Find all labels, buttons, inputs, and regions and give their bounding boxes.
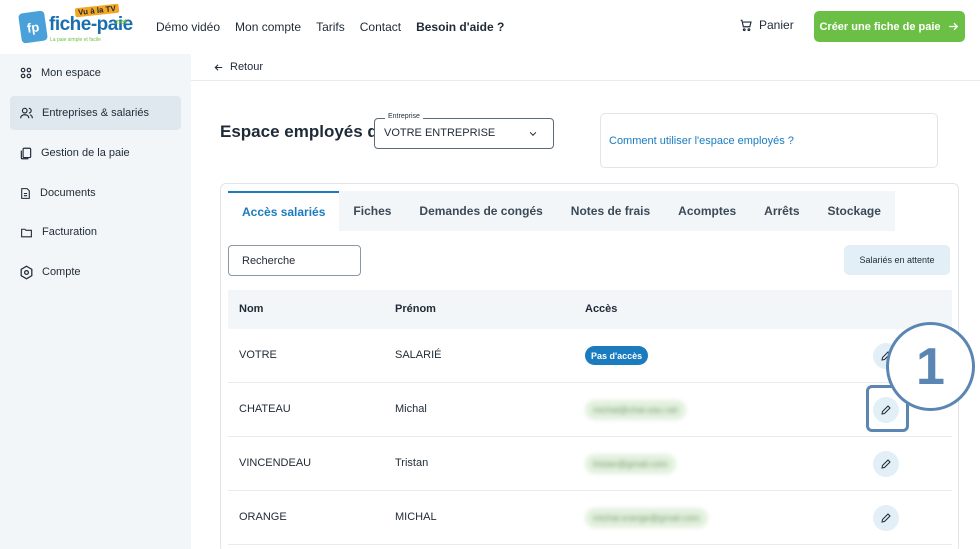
email-pill: michal@chat.eau.net: [585, 400, 686, 420]
fp-logo-mark: fp: [18, 10, 48, 44]
help-box: Comment utiliser l'espace employés ?: [600, 113, 938, 168]
create-payslip-button[interactable]: Créer une fiche de paie: [814, 11, 965, 42]
cell-prenom: Michal: [395, 403, 427, 415]
sidebar-item-entreprises[interactable]: Entreprises & salariés: [10, 96, 181, 130]
documents-icon: [20, 147, 32, 159]
brand-logo[interactable]: fp Vu à la TV fiche-paie .net La paie si…: [18, 3, 135, 46]
sidebar-item-gestion-paie[interactable]: Gestion de la paie: [10, 136, 181, 170]
email-pill: tristan@gmail.com: [585, 454, 676, 474]
sidebar-item-compte[interactable]: Compte: [10, 255, 181, 289]
sidebar-item-label: Gestion de la paie: [41, 147, 130, 159]
company-select[interactable]: Entreprise VOTRE ENTREPRISE: [374, 113, 554, 149]
document-icon: [21, 187, 30, 199]
grid-icon: [20, 67, 32, 79]
pencil-icon: [881, 513, 891, 523]
no-access-badge: Pas d'accès: [585, 346, 649, 365]
arrow-right-icon: [948, 22, 958, 31]
table-header: Nom Prénom Accès: [228, 290, 952, 329]
cell-nom: VOTRE: [239, 349, 277, 361]
employees-card: Accès salariés Fiches Demandes de congés…: [220, 183, 959, 549]
sidebar-item-facturation[interactable]: Facturation: [10, 215, 181, 249]
help-link[interactable]: Comment utiliser l'espace employés ?: [609, 135, 794, 147]
users-icon: [20, 107, 33, 119]
page-title: Espace employés de: [220, 122, 388, 141]
cell-prenom: Tristan: [395, 457, 429, 469]
folder-icon: [21, 228, 32, 237]
cart-link[interactable]: Panier: [739, 18, 794, 32]
sidebar-item-label: Documents: [40, 187, 96, 199]
table-row: VINCENDEAU Tristan tristan@gmail.com: [228, 437, 952, 491]
create-payslip-label: Créer une fiche de paie: [819, 20, 941, 33]
main-content: Retour Espace employés de Entreprise VOT…: [191, 54, 980, 549]
sidebar-item-label: Compte: [42, 266, 81, 278]
sidebar-item-documents[interactable]: Documents: [10, 176, 181, 210]
nav-contact[interactable]: Contact: [360, 20, 401, 34]
arrow-left-icon: [214, 63, 223, 71]
back-bar: [191, 54, 980, 81]
nav-besoin-aide[interactable]: Besoin d'aide ?: [416, 20, 504, 34]
tab-notes-frais[interactable]: Notes de frais: [557, 191, 664, 231]
nav-demo-video[interactable]: Démo vidéo: [156, 20, 220, 34]
cell-nom: VINCENDEAU: [239, 457, 312, 469]
chevron-down-icon: [529, 131, 537, 136]
back-label: Retour: [230, 61, 264, 73]
company-select-value: VOTRE ENTREPRISE: [384, 127, 496, 139]
column-header-nom: Nom: [239, 303, 264, 315]
top-bar: fp Vu à la TV fiche-paie .net La paie si…: [0, 0, 980, 54]
email-pill: michal.orange@gmail.com: [585, 508, 708, 528]
nav-mon-compte[interactable]: Mon compte: [235, 20, 301, 34]
back-link[interactable]: Retour: [213, 61, 263, 73]
cart-label: Panier: [759, 18, 794, 32]
sidebar: Mon espace Entreprises & salariés Gestio…: [0, 54, 191, 549]
cell-prenom: SALARIÉ: [395, 349, 442, 361]
sidebar-item-label: Mon espace: [41, 67, 101, 79]
gear-icon: [20, 265, 33, 279]
pencil-icon: [881, 459, 891, 469]
tab-stockage[interactable]: Stockage: [814, 191, 895, 231]
cart-icon: [740, 19, 752, 32]
sidebar-item-label: Entreprises & salariés: [42, 107, 149, 119]
tabs: Accès salariés Fiches Demandes de congés…: [228, 191, 895, 231]
search-input[interactable]: [228, 245, 361, 276]
brand-tagline: La paie simple et facile: [50, 37, 101, 43]
tab-acces-salaries[interactable]: Accès salariés: [228, 191, 340, 231]
cell-prenom: MICHAL: [395, 511, 437, 523]
pending-employees-button[interactable]: Salariés en attente: [844, 245, 950, 275]
edit-button[interactable]: [873, 505, 899, 531]
sidebar-item-label: Facturation: [42, 226, 98, 238]
table-row: VOTRE SALARIÉ Pas d'accès: [228, 329, 952, 383]
cell-nom: ORANGE: [239, 511, 287, 523]
cell-nom: CHATEAU: [239, 403, 291, 415]
nav-tarifs[interactable]: Tarifs: [316, 20, 345, 34]
company-select-legend: Entreprise: [385, 113, 423, 120]
table-row: ORANGE MICHAL michal.orange@gmail.com: [228, 491, 952, 545]
tab-acomptes[interactable]: Acomptes: [664, 191, 750, 231]
tab-demandes-conges[interactable]: Demandes de congés: [405, 191, 556, 231]
main-nav: Démo vidéo Mon compte Tarifs Contact Bes…: [156, 0, 504, 54]
step-callout: 1: [886, 322, 975, 411]
edit-button[interactable]: [873, 451, 899, 477]
column-header-prenom: Prénom: [395, 303, 436, 315]
tab-fiches[interactable]: Fiches: [339, 191, 405, 231]
sidebar-item-mon-espace[interactable]: Mon espace: [10, 56, 181, 90]
tab-arrets[interactable]: Arrêts: [750, 191, 813, 231]
brand-suffix: .net: [114, 19, 127, 26]
table-row: CHATEAU Michal michal@chat.eau.net: [228, 383, 952, 437]
column-header-acces: Accès: [585, 303, 618, 315]
